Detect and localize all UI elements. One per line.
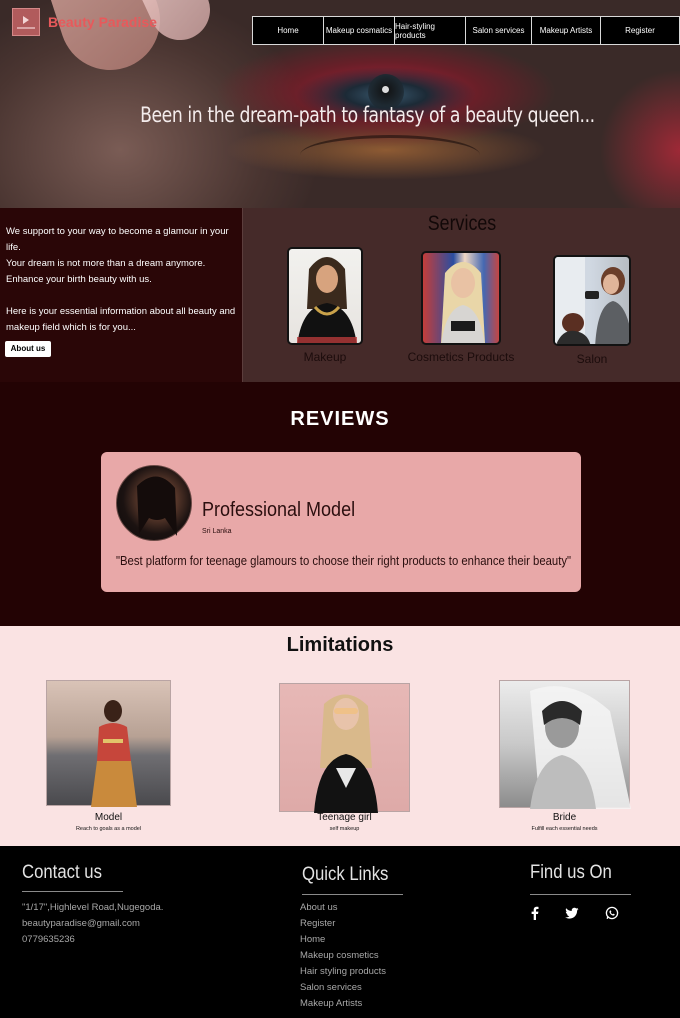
footer-phone[interactable]: 0779635236 — [22, 932, 163, 948]
hero-lashes-shape — [300, 135, 480, 175]
service-cosmetics-image[interactable] — [421, 251, 501, 345]
service-cosmetics-label[interactable]: Cosmetics Products — [407, 350, 515, 364]
limitation-teenage-image[interactable] — [279, 683, 410, 813]
makeup-artist-photo — [297, 257, 357, 343]
about-text-line: makeup field which is for you... — [6, 322, 136, 333]
reviewer-country: Sri Lanka — [202, 528, 232, 535]
limitation-model-sub: Reach to goals as a model — [75, 826, 142, 832]
nav-makeup-cosmetics[interactable]: Makeup cosmatics — [323, 16, 394, 45]
about-us-button[interactable]: About us — [5, 341, 51, 357]
footer-link-salon-services[interactable]: Salon services — [300, 980, 386, 996]
nav-hair-styling-products[interactable]: Hair-styling products — [394, 16, 465, 45]
limitations-section: Limitations Model Reach to goals as a mo… — [0, 626, 680, 846]
about-text-line: Your dream is not more than a dream anym… — [6, 258, 206, 269]
limitations-title: Limitations — [286, 634, 394, 656]
nav-salon-services[interactable]: Salon services — [465, 16, 531, 45]
footer-link-about[interactable]: About us — [300, 900, 386, 916]
bride-photo — [530, 686, 631, 809]
footer-link-makeup-artists[interactable]: Makeup Artists — [300, 996, 386, 1012]
footer-quick-links: About us Register Home Makeup cosmetics … — [300, 900, 386, 1012]
cosmetics-photo — [441, 262, 485, 343]
about-text-line: We support to your way to become a glamo… — [6, 226, 229, 253]
limitation-model-image[interactable] — [46, 680, 171, 807]
nav-makeup-artists[interactable]: Makeup Artists — [531, 16, 600, 45]
hero-banner: Beauty Paradise Home Makeup cosmatics Ha… — [0, 0, 680, 208]
model-photo — [91, 700, 137, 807]
about-section: We support to your way to become a glamo… — [0, 208, 242, 382]
footer-find-us-title: Find us On — [530, 862, 612, 883]
brand-name[interactable]: Beauty Paradise — [48, 14, 157, 30]
footer-contact-rule — [22, 891, 123, 892]
reviews-title: REVIEWS — [290, 408, 390, 430]
footer-contact-info: "1/17",Highlevel Road,Nugegoda. beautypa… — [22, 900, 163, 948]
reviewer-title: Professional Model — [202, 499, 356, 521]
nav-register[interactable]: Register — [600, 16, 680, 45]
footer-link-makeup-cosmetics[interactable]: Makeup cosmetics — [300, 948, 386, 964]
service-salon-image[interactable] — [553, 255, 631, 346]
services-title: Services — [427, 212, 497, 235]
service-salon-label[interactable]: Salon — [553, 352, 631, 366]
limitation-teenage-sub: self makeup — [329, 826, 360, 832]
footer-contact-title: Contact us — [22, 862, 102, 883]
brand-logo-icon[interactable] — [12, 8, 40, 36]
footer-quick-links-rule — [302, 894, 403, 895]
brand[interactable]: Beauty Paradise — [12, 8, 157, 36]
about-text-line: Here is your essential information about… — [6, 306, 236, 317]
service-makeup-image[interactable] — [287, 247, 363, 345]
limitation-model-name: Model — [94, 812, 123, 823]
hero-tagline: Been in the dream-path to fantasy of a b… — [140, 103, 595, 127]
limitation-teenage-name: Teenage girl — [317, 812, 372, 823]
limitation-bride-sub: Fulfill each essential needs — [531, 826, 598, 832]
hero-eye-glint — [382, 86, 389, 93]
review-quote: "Best platform for teenage glamours to c… — [116, 553, 572, 568]
services-section: Services Makeup Cosmetics Products Salon — [242, 208, 680, 382]
reviews-section: REVIEWS Professional Model Sri Lanka "Be… — [0, 382, 680, 626]
about-text-line: Enhance your birth beauty with us. — [6, 274, 152, 285]
teenage-girl-photo — [314, 694, 378, 813]
limitation-bride-name: Bride — [552, 812, 577, 823]
footer-link-hair-styling[interactable]: Hair styling products — [300, 964, 386, 980]
footer-email[interactable]: beautyparadise@gmail.com — [22, 916, 163, 932]
facebook-icon[interactable] — [528, 906, 542, 920]
main-nav: Home Makeup cosmatics Hair-styling produ… — [252, 16, 680, 45]
salon-photo — [555, 257, 629, 344]
review-card: Professional Model Sri Lanka "Best platf… — [101, 452, 581, 592]
nav-home[interactable]: Home — [252, 16, 323, 45]
footer: Contact us "1/17",Highlevel Road,Nugegod… — [0, 846, 680, 1018]
footer-quick-links-title: Quick Links — [302, 864, 389, 885]
footer-find-us-rule — [530, 894, 631, 895]
footer-link-register[interactable]: Register — [300, 916, 386, 932]
whatsapp-icon[interactable] — [605, 906, 619, 920]
reviewer-portrait — [137, 476, 177, 536]
service-makeup-label[interactable]: Makeup — [287, 350, 363, 364]
footer-address: "1/17",Highlevel Road,Nugegoda. — [22, 902, 164, 913]
reviewer-avatar — [116, 465, 192, 541]
footer-link-home[interactable]: Home — [300, 932, 386, 948]
limitation-bride-image[interactable] — [499, 680, 631, 809]
twitter-icon[interactable] — [565, 906, 579, 920]
